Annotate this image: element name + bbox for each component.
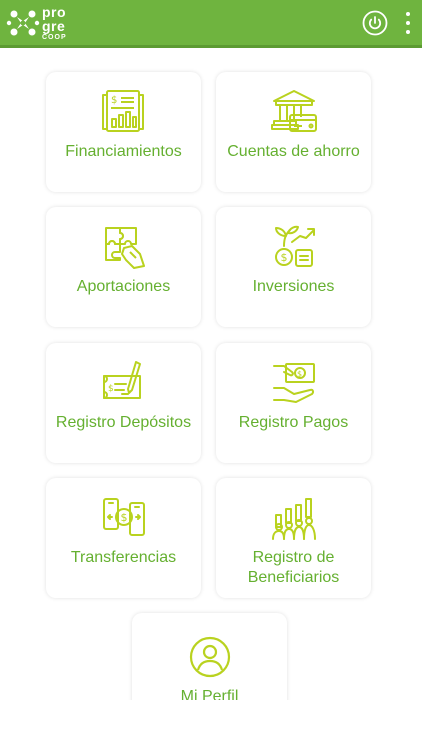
menu-card-pagos[interactable]: $ Registro Pagos (216, 343, 371, 463)
menu-grid: $ Financiamientos Cuentas de ahorro Apor… (0, 51, 422, 700)
cooperative-people-icon (6, 10, 40, 35)
menu-card-financiamientos[interactable]: $ Financiamientos (46, 72, 201, 192)
app-bar: pro gre COOP (0, 0, 422, 48)
menu-card-label: Cuentas de ahorro (227, 143, 360, 160)
menu-card-inversiones[interactable]: $ Inversiones (216, 207, 371, 327)
more-vertical-icon[interactable] (404, 11, 412, 34)
puzzle-hand-icon (99, 223, 149, 271)
brand-logo: pro gre COOP (0, 0, 67, 45)
hand-money-icon: $ (269, 359, 319, 407)
menu-card-beneficiarios[interactable]: Registro de Beneficiarios (216, 478, 371, 598)
appbar-actions (362, 0, 422, 45)
bank-card-icon (269, 88, 319, 136)
menu-card-aportaciones[interactable]: Aportaciones (46, 207, 201, 327)
menu-card-label: Registro de Beneficiarios (247, 549, 340, 586)
menu-card-depositos[interactable]: $ Registro Depósitos (46, 343, 201, 463)
brand-line-2: gre (42, 17, 66, 34)
check-pen-icon: $ (99, 359, 149, 407)
menu-card-label: Registro Depósitos (55, 414, 192, 431)
phones-transfer-icon: $ (99, 494, 149, 542)
svg-text:$: $ (120, 511, 127, 524)
brand-wordmark: pro gre COOP (42, 5, 67, 41)
menu-card-label: Registro Pagos (238, 414, 349, 431)
brand-line-1: pro (42, 3, 67, 20)
menu-card-label: Financiamientos (65, 143, 182, 160)
menu-card-label: Transferencias (70, 549, 177, 566)
menu-card-transferencias[interactable]: $ Transferencias (46, 478, 201, 598)
menu-card-label: Mi Perfil (180, 688, 239, 700)
power-icon[interactable] (362, 10, 388, 36)
people-growth-icon (269, 494, 319, 542)
invoice-chart-icon: $ (99, 88, 149, 136)
brand-line-3: COOP (42, 33, 67, 41)
svg-text:$: $ (280, 251, 287, 264)
svg-text:$: $ (297, 370, 302, 379)
svg-text:$: $ (111, 95, 117, 106)
menu-card-label: Aportaciones (76, 278, 171, 295)
user-circle-icon (185, 633, 235, 681)
plant-growth-coins-icon: $ (269, 223, 319, 271)
menu-card-perfil[interactable]: Mi Perfil (132, 613, 287, 700)
menu-card-cuentas[interactable]: Cuentas de ahorro (216, 72, 371, 192)
bottom-area (0, 700, 422, 750)
svg-text:$: $ (108, 384, 114, 394)
menu-card-label: Inversiones (252, 278, 335, 295)
